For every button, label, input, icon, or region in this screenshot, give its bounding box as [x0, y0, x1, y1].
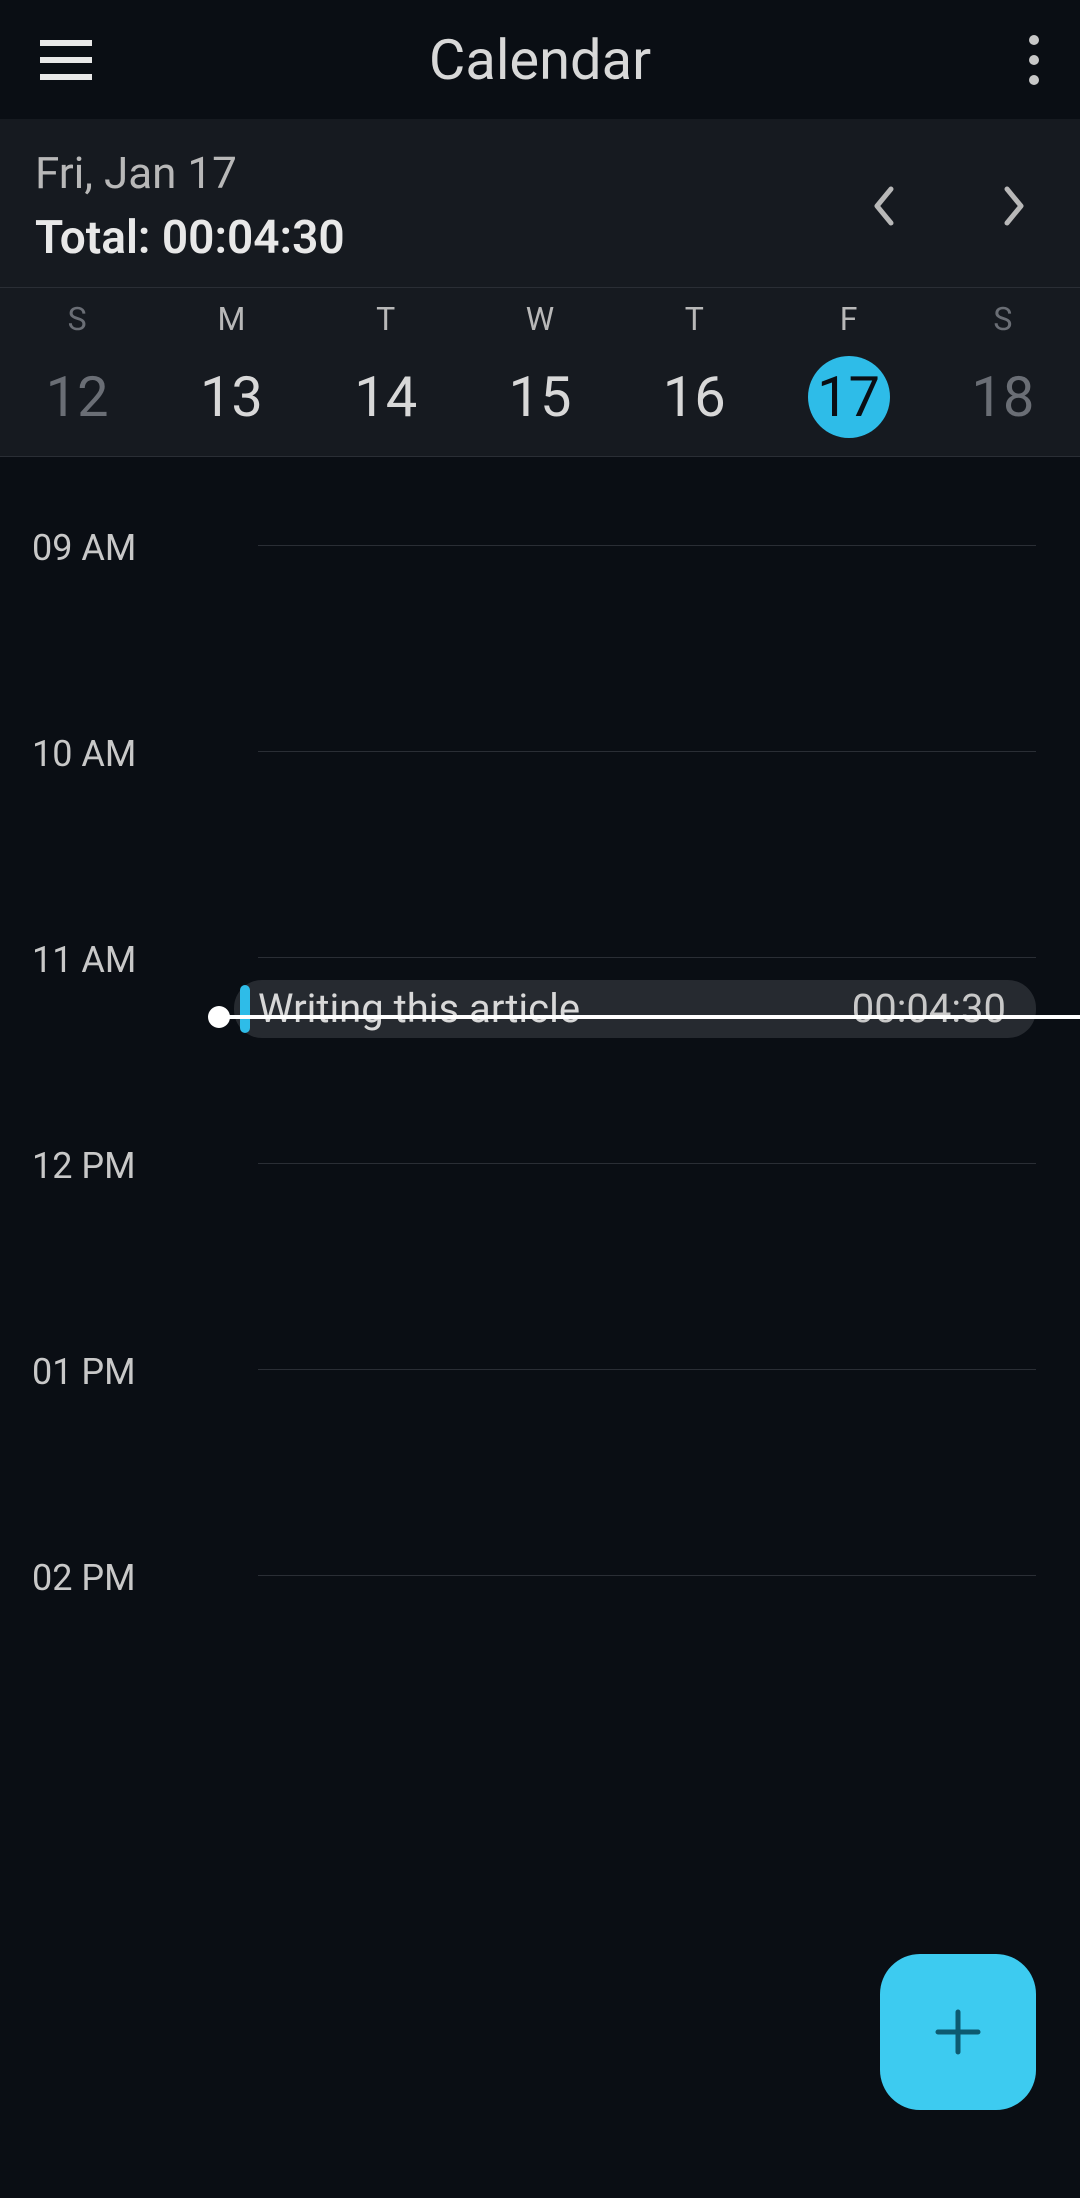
calendar-event[interactable]: Writing this article00:04:30	[234, 980, 1036, 1038]
event-color-bar	[240, 985, 250, 1033]
day-letter: T	[617, 300, 771, 338]
plus-icon	[930, 2004, 986, 2060]
date-summary-bar: Fri, Jan 17 Total: 00:04:30	[0, 119, 1080, 288]
current-date-label: Fri, Jan 17	[35, 147, 871, 199]
next-day-button[interactable]	[1003, 185, 1027, 227]
hour-label: 09 AM	[32, 527, 136, 569]
day-column-12[interactable]: S 12	[0, 300, 154, 438]
hour-divider	[258, 957, 1036, 958]
hour-label: 01 PM	[32, 1351, 136, 1393]
day-number: 12	[36, 356, 118, 438]
hour-label: 10 AM	[32, 733, 136, 775]
hour-divider	[258, 545, 1036, 546]
current-time-line	[210, 1015, 1080, 1019]
more-vertical-icon[interactable]	[1028, 35, 1040, 85]
day-number: 16	[653, 356, 735, 438]
hour-label: 02 PM	[32, 1557, 136, 1599]
hour-row: 09 AM	[0, 479, 1080, 685]
day-number: 17	[808, 356, 890, 438]
total-time-label: Total: 00:04:30	[35, 211, 871, 265]
chevron-left-icon	[871, 185, 895, 227]
day-column-16[interactable]: T 16	[617, 300, 771, 438]
day-letter: T	[309, 300, 463, 338]
hour-row: 01 PM	[0, 1303, 1080, 1509]
app-header: Calendar	[0, 0, 1080, 119]
hour-divider	[258, 751, 1036, 752]
page-title: Calendar	[52, 27, 1028, 93]
hour-divider	[258, 1369, 1036, 1370]
add-button[interactable]	[880, 1954, 1036, 2110]
day-letter: W	[463, 300, 617, 338]
current-time-dot	[208, 1006, 230, 1028]
event-duration: 00:04:30	[852, 985, 1006, 1032]
day-column-17[interactable]: F 17	[771, 300, 925, 438]
hour-divider	[258, 1575, 1036, 1576]
hour-label: 11 AM	[32, 939, 136, 981]
day-number: 13	[190, 356, 272, 438]
day-column-14[interactable]: T 14	[309, 300, 463, 438]
prev-day-button[interactable]	[871, 185, 895, 227]
day-column-13[interactable]: M 13	[154, 300, 308, 438]
day-number: 14	[345, 356, 427, 438]
hour-row: 10 AM	[0, 685, 1080, 891]
day-column-15[interactable]: W 15	[463, 300, 617, 438]
day-number: 15	[499, 356, 581, 438]
chevron-right-icon	[1003, 185, 1027, 227]
hour-divider	[258, 1163, 1036, 1164]
day-number: 18	[962, 356, 1044, 438]
day-letter: S	[0, 300, 154, 338]
hour-row: 02 PM	[0, 1509, 1080, 1715]
hour-row: 12 PM	[0, 1097, 1080, 1303]
day-letter: M	[154, 300, 308, 338]
timeline[interactable]: 09 AM 10 AM 11 AM 12 PM 01 PM 02 PM Writing th…	[0, 479, 1080, 1715]
event-title: Writing this article	[258, 985, 852, 1032]
week-day-strip: S 12 M 13 T 14 W 15 T 16 F 17 S 18	[0, 288, 1080, 457]
day-column-18[interactable]: S 18	[926, 300, 1080, 438]
hour-label: 12 PM	[32, 1145, 136, 1187]
day-letter: F	[771, 300, 925, 338]
day-letter: S	[926, 300, 1080, 338]
